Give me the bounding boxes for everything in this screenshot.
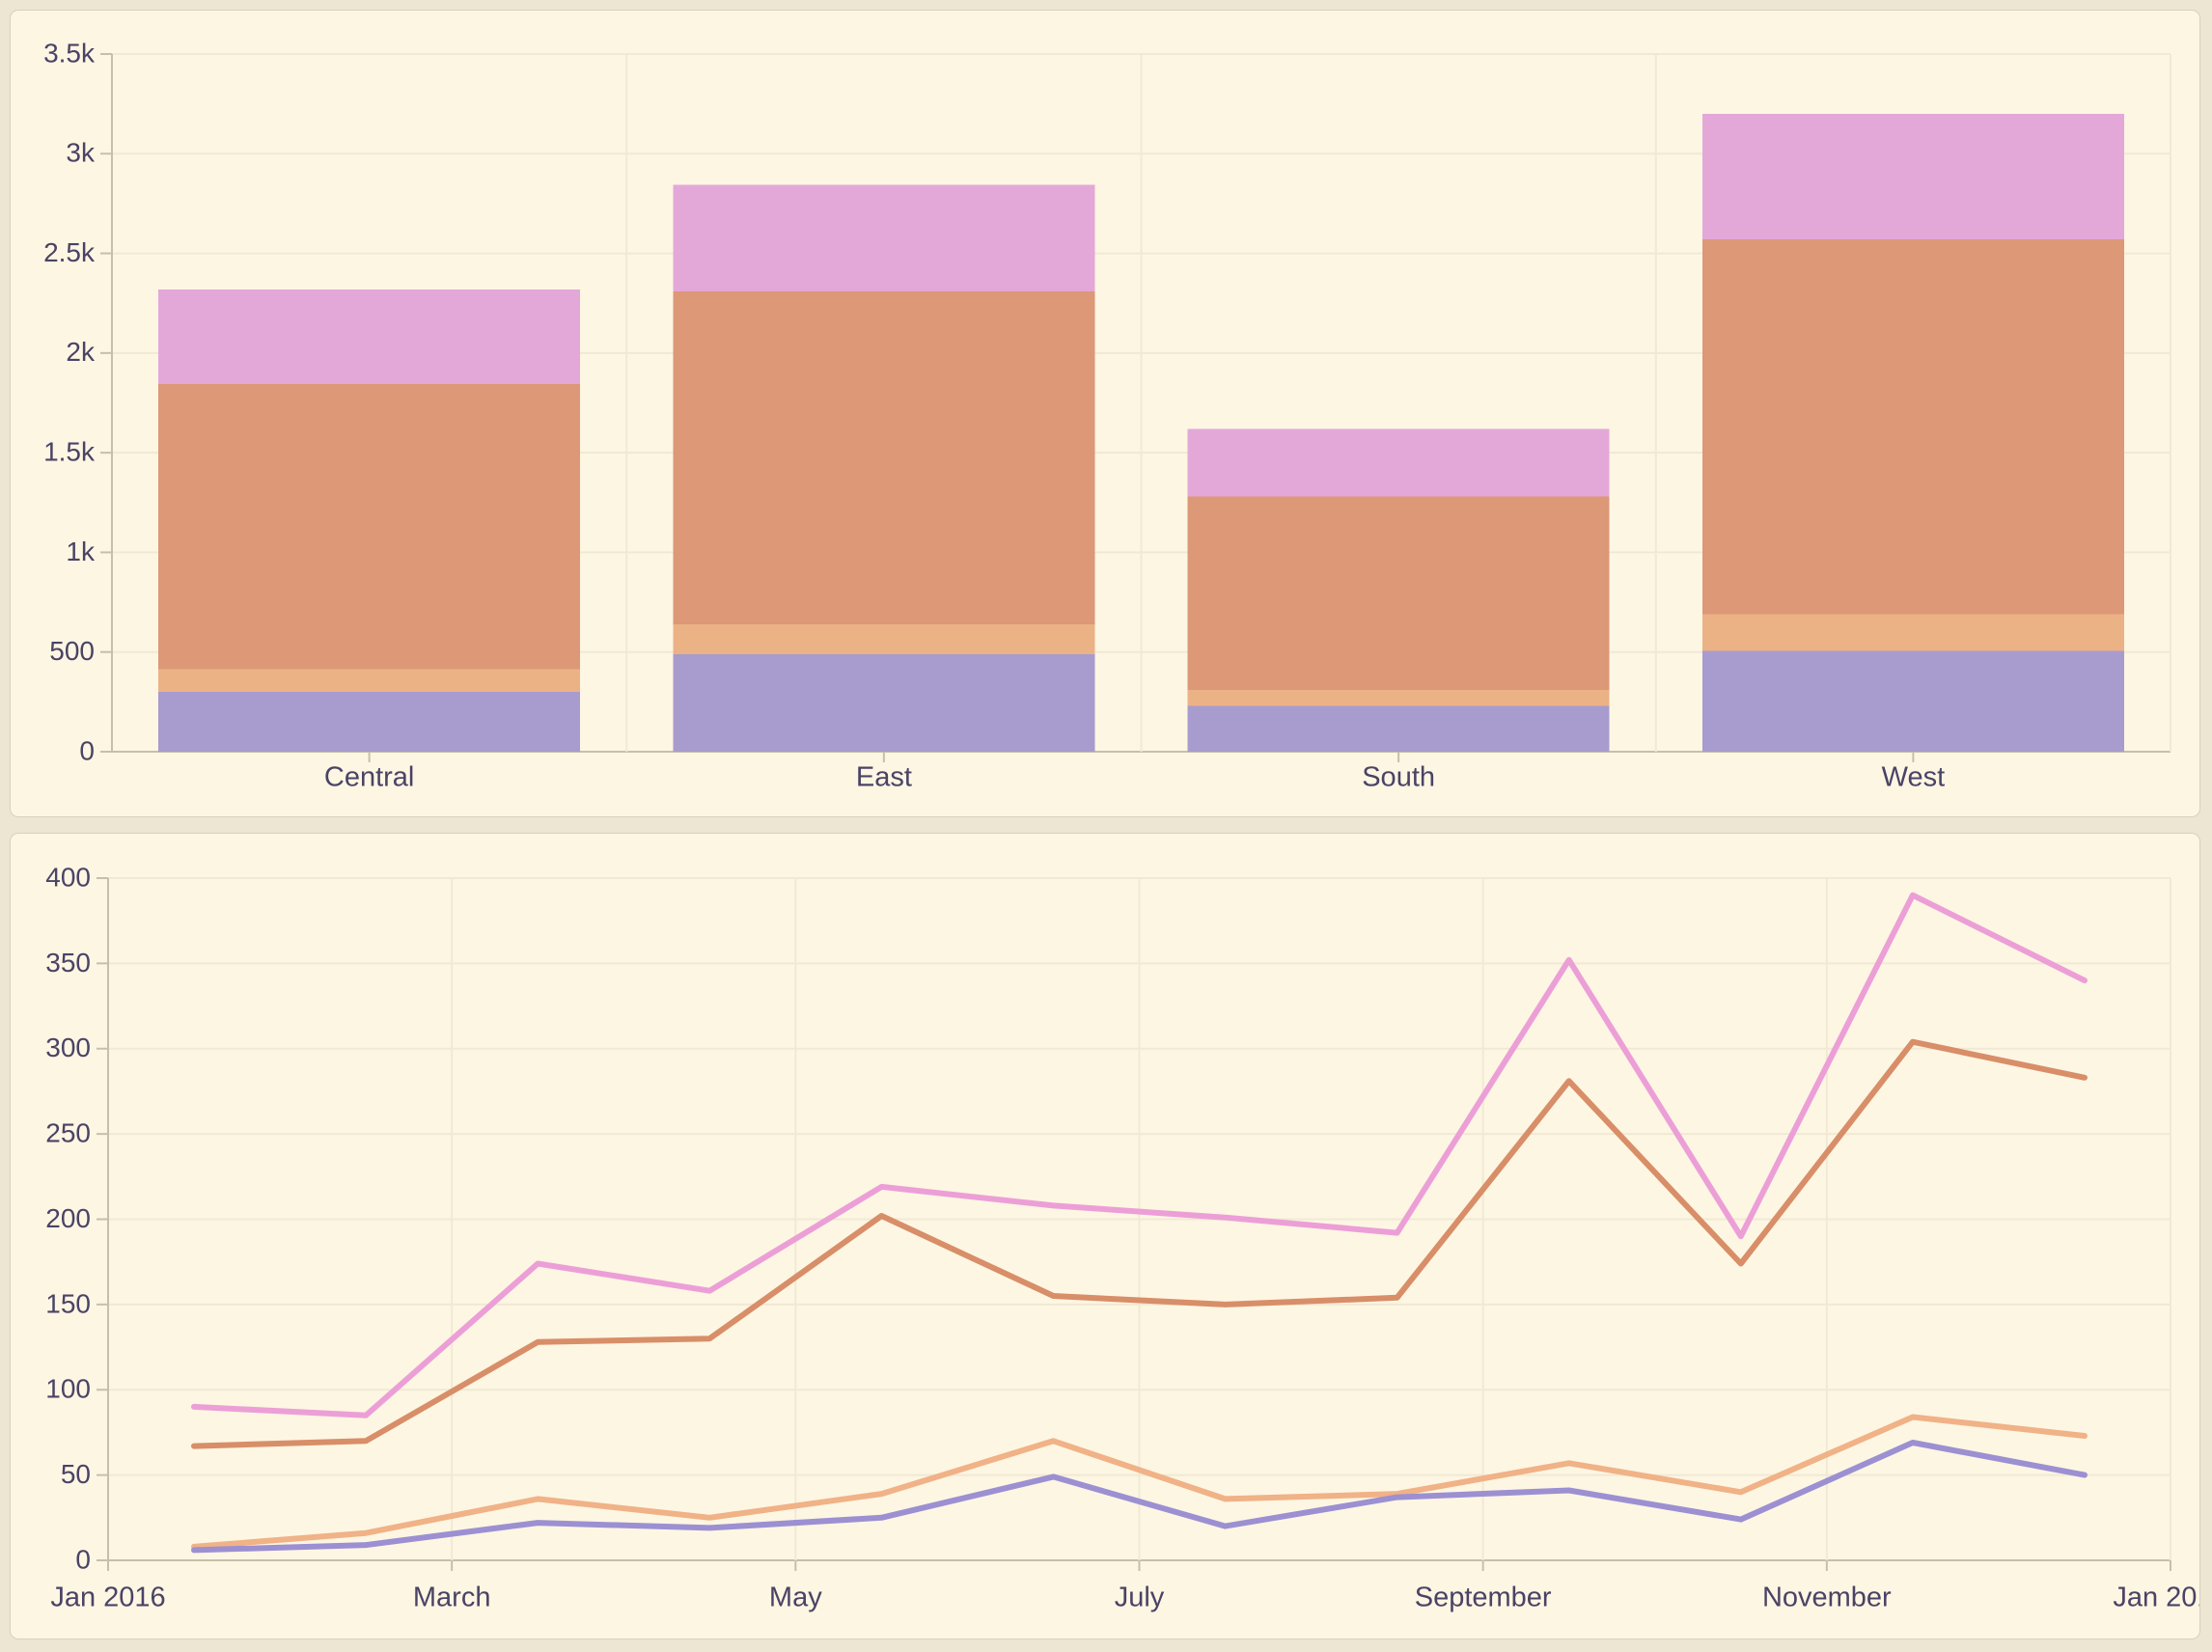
bar-segment-series-salmon-central[interactable]	[158, 384, 580, 669]
y-tick-label: 500	[49, 636, 95, 666]
stacked-bar-chart-card: 0 500 1k 1.5k 2k 2.5k 3k 3.5k Central East South We…	[10, 10, 2200, 817]
category-label: Central	[324, 762, 415, 793]
bar-segment-series-purple-east[interactable]	[673, 654, 1094, 752]
bar-segment-series-tan-east[interactable]	[673, 624, 1094, 654]
y-tick-label: 2k	[66, 337, 96, 367]
bar-segment-series-pink-east[interactable]	[673, 184, 1094, 291]
bar-segment-series-tan-west[interactable]	[1702, 614, 2124, 650]
x-tick-label: November	[1762, 1583, 1892, 1613]
bar-segment-series-salmon-south[interactable]	[1188, 497, 1610, 690]
y-tick-label: 300	[45, 1032, 91, 1062]
y-tick-label: 2.5k	[43, 237, 96, 267]
x-tick-label: September	[1415, 1583, 1552, 1613]
category-label: West	[1882, 762, 1946, 793]
y-tick-label: 200	[45, 1203, 91, 1233]
y-tick-label: 150	[45, 1288, 91, 1318]
x-tick-label: Jan 2016	[50, 1583, 165, 1613]
y-tick-label: 50	[61, 1459, 91, 1489]
y-tick-label: 1k	[66, 537, 96, 566]
y-tick-label: 250	[45, 1118, 91, 1148]
x-tick-label: Jan 2017	[2113, 1583, 2199, 1613]
line-chart[interactable]: 0 50 100 150 200 250 300 350 400 Jan 2016 March May…	[11, 834, 2199, 1638]
x-tick-label: May	[769, 1583, 822, 1613]
y-tick-label: 0	[75, 1544, 91, 1574]
y-tick-label: 100	[45, 1374, 91, 1404]
line-chart-card: 0 50 100 150 200 250 300 350 400 Jan 2016 March May…	[10, 833, 2200, 1639]
bar-segment-series-purple-south[interactable]	[1188, 705, 1610, 752]
bar-segment-series-pink-west[interactable]	[1702, 114, 2124, 239]
category-label: South	[1362, 762, 1435, 793]
y-tick-label: 350	[45, 948, 91, 977]
category-label: East	[856, 762, 912, 793]
bar-segment-series-purple-central[interactable]	[158, 692, 580, 752]
bar-segment-series-pink-central[interactable]	[158, 289, 580, 384]
bar-segment-series-purple-west[interactable]	[1702, 651, 2124, 752]
stacked-bar-chart[interactable]: 0 500 1k 1.5k 2k 2.5k 3k 3.5k Central East South We…	[11, 11, 2199, 816]
y-tick-label: 400	[45, 862, 91, 892]
y-tick-label: 3k	[66, 138, 96, 168]
y-tick-label: 0	[79, 735, 95, 765]
x-tick-label: March	[413, 1583, 491, 1613]
bar-segment-series-pink-south[interactable]	[1188, 428, 1610, 496]
bar-segment-series-tan-south[interactable]	[1188, 690, 1610, 706]
bar-segment-series-tan-central[interactable]	[158, 669, 580, 692]
bar-segment-series-salmon-west[interactable]	[1702, 239, 2124, 614]
y-tick-label: 1.5k	[43, 437, 96, 467]
y-tick-label: 3.5k	[43, 38, 96, 68]
x-tick-label: July	[1115, 1583, 1165, 1613]
bar-segment-series-salmon-east[interactable]	[673, 291, 1094, 624]
